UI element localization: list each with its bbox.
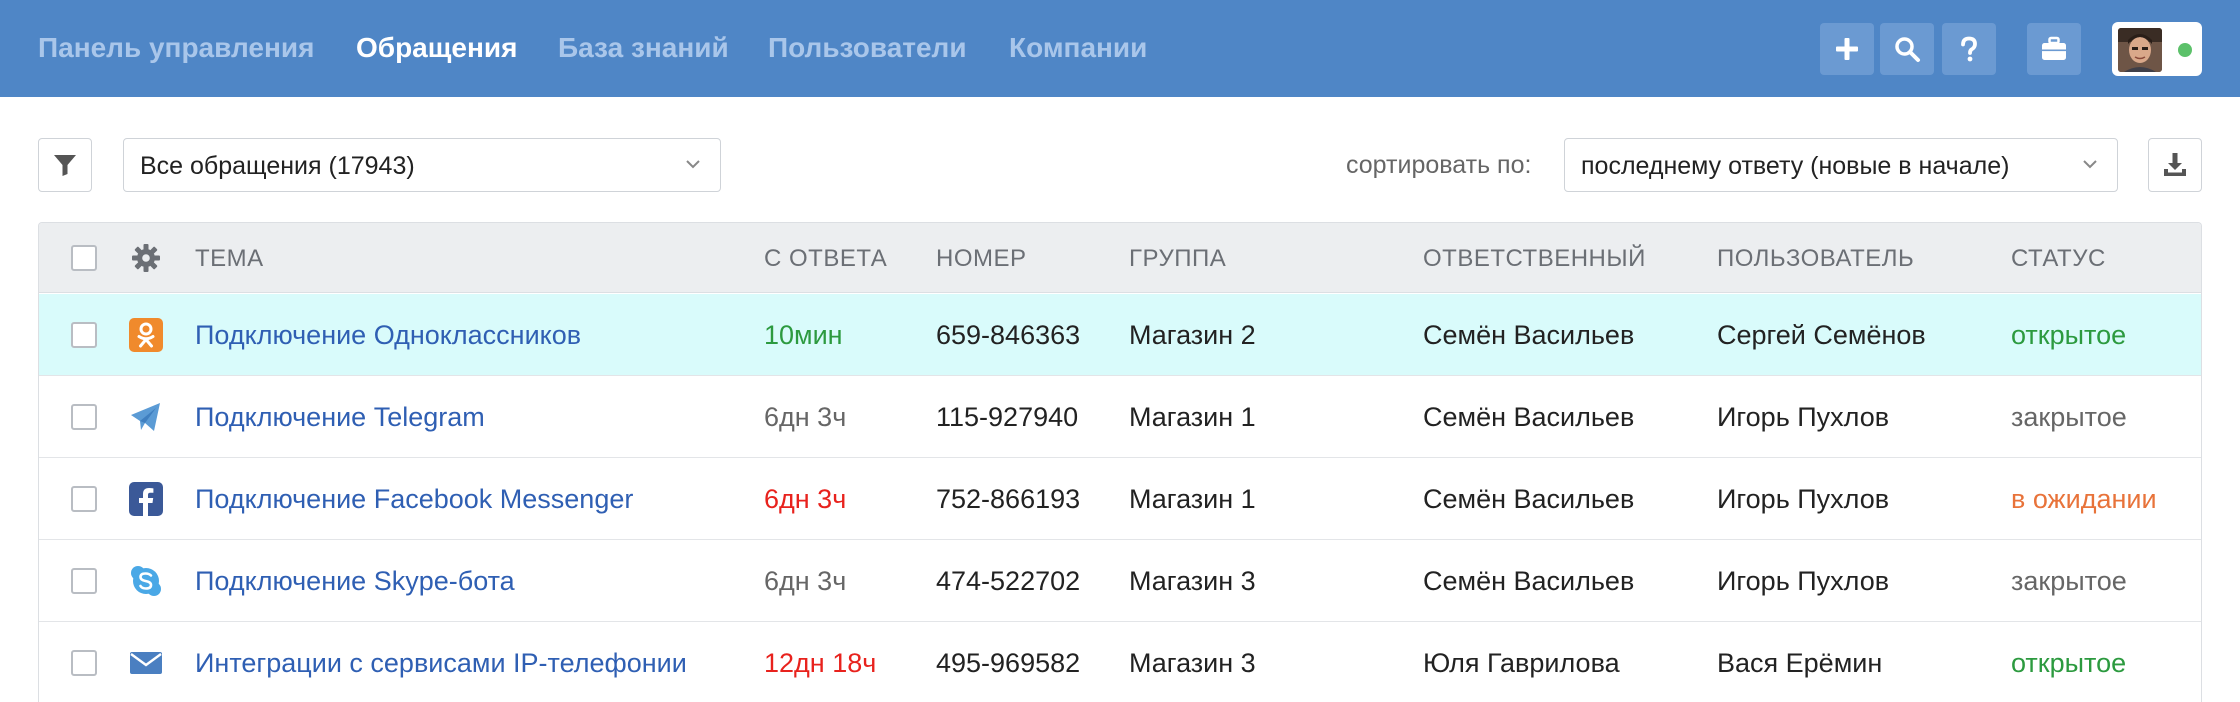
- ticket-view-select[interactable]: Все обращения (17943): [123, 138, 721, 192]
- since-reply: 6дн 3ч: [764, 402, 847, 432]
- ticket-group: Магазин 2: [1129, 320, 1256, 350]
- since-reply: 12дн 18ч: [764, 648, 877, 678]
- ticket-user: Игорь Пухлов: [1717, 484, 1890, 514]
- ticket-group: Магазин 3: [1129, 648, 1256, 678]
- ticket-user: Вася Ерёмин: [1717, 648, 1883, 678]
- column-since-reply[interactable]: С ОТВЕТА: [764, 245, 887, 273]
- ticket-subject-link[interactable]: Подключение Одноклассников: [195, 318, 581, 352]
- filter-button[interactable]: [38, 138, 92, 192]
- ticket-subject-link[interactable]: Подключение Skype-бота: [195, 564, 515, 598]
- avatar: [2118, 28, 2162, 72]
- table-row[interactable]: Подключение Одноклассников 10мин 659-846…: [39, 294, 2201, 376]
- search-icon: [1895, 37, 1920, 62]
- ticket-number: 659-846363: [936, 320, 1081, 350]
- help-button[interactable]: [1942, 23, 1996, 75]
- row-checkbox[interactable]: [71, 322, 97, 348]
- ticket-number: 474-522702: [936, 566, 1081, 596]
- add-button[interactable]: [1820, 23, 1874, 75]
- column-number[interactable]: НОМЕР: [936, 245, 1027, 273]
- sort-label: сортировать по:: [1346, 151, 1532, 179]
- ticket-view-value: Все обращения (17943): [140, 152, 415, 180]
- odnoklassniki-icon: [129, 318, 163, 352]
- ticket-user: Сергей Семёнов: [1717, 320, 1926, 350]
- status-badge: закрытое: [2011, 402, 2127, 432]
- tickets-table: ТЕМА С ОТВЕТА НОМЕР ГРУППА ОТВЕТСТВЕННЫЙ…: [38, 222, 2202, 702]
- column-assignee[interactable]: ОТВЕТСТВЕННЫЙ: [1423, 245, 1646, 273]
- status-badge: открытое: [2011, 320, 2127, 350]
- sort-value: последнему ответу (новые в начале): [1581, 152, 2010, 180]
- table-row[interactable]: Подключение Facebook Messenger 6дн 3ч 75…: [39, 458, 2201, 540]
- online-status-indicator: [2178, 43, 2192, 57]
- row-checkbox[interactable]: [71, 486, 97, 512]
- table-row[interactable]: Подключение Telegram 6дн 3ч 115-927940 М…: [39, 376, 2201, 458]
- column-subject[interactable]: ТЕМА: [195, 245, 264, 273]
- ticket-assignee: Семён Васильев: [1423, 484, 1635, 514]
- export-button[interactable]: [2148, 138, 2202, 192]
- row-checkbox[interactable]: [71, 568, 97, 594]
- ticket-assignee: Семён Васильев: [1423, 320, 1635, 350]
- nav-dashboard[interactable]: Панель управления: [38, 30, 314, 66]
- row-checkbox[interactable]: [71, 404, 97, 430]
- ticket-number: 495-969582: [936, 648, 1081, 678]
- status-badge: закрытое: [2011, 566, 2127, 596]
- ticket-subject-link[interactable]: Интеграции с сервисами IP-телефонии: [195, 646, 687, 680]
- ticket-user: Игорь Пухлов: [1717, 402, 1890, 432]
- table-row[interactable]: Подключение Skype-бота 6дн 3ч 474-522702…: [39, 540, 2201, 622]
- facebook-icon: [129, 482, 163, 516]
- chevron-down-icon: [2083, 160, 2097, 169]
- sort-select[interactable]: последнему ответу (новые в начале): [1564, 138, 2118, 192]
- ticket-number: 115-927940: [936, 402, 1079, 432]
- nav-companies[interactable]: Компании: [1009, 30, 1147, 66]
- row-checkbox[interactable]: [71, 650, 97, 676]
- ticket-group: Магазин 1: [1129, 402, 1256, 432]
- chevron-down-icon: [686, 160, 700, 169]
- status-badge: в ожидании: [2011, 484, 2157, 514]
- plus-icon: [1836, 38, 1858, 60]
- ticket-subject-link[interactable]: Подключение Facebook Messenger: [195, 482, 633, 516]
- briefcase-icon: [2042, 36, 2066, 60]
- column-group[interactable]: ГРУППА: [1129, 245, 1226, 273]
- since-reply: 10мин: [764, 320, 843, 350]
- nav-knowledge-base[interactable]: База знаний: [558, 30, 729, 66]
- ticket-subject-link[interactable]: Подключение Telegram: [195, 400, 485, 434]
- email-icon: [130, 652, 162, 674]
- ticket-group: Магазин 1: [1129, 484, 1256, 514]
- ticket-assignee: Семён Васильев: [1423, 402, 1635, 432]
- column-status[interactable]: СТАТУС: [2011, 245, 2106, 273]
- search-button[interactable]: [1880, 23, 1934, 75]
- apps-button[interactable]: [2027, 23, 2081, 75]
- ticket-number: 752-866193: [936, 484, 1081, 514]
- column-user[interactable]: ПОЛЬЗОВАТЕЛЬ: [1717, 245, 1914, 273]
- ticket-assignee: Юля Гаврилова: [1423, 648, 1620, 678]
- ticket-user: Игорь Пухлов: [1717, 566, 1890, 596]
- status-badge: открытое: [2011, 648, 2127, 678]
- gear-icon[interactable]: [129, 241, 163, 275]
- ticket-group: Магазин 3: [1129, 566, 1256, 596]
- download-icon: [2164, 153, 2186, 176]
- since-reply: 6дн 3ч: [764, 484, 847, 514]
- table-header: ТЕМА С ОТВЕТА НОМЕР ГРУППА ОТВЕТСТВЕННЫЙ…: [39, 223, 2201, 293]
- top-navbar: Панель управления Обращения База знаний …: [0, 0, 2240, 97]
- table-row[interactable]: Интеграции с сервисами IP-телефонии 12дн…: [39, 622, 2201, 702]
- ticket-assignee: Семён Васильев: [1423, 566, 1635, 596]
- help-icon: [1961, 36, 1977, 62]
- skype-icon: [131, 566, 161, 596]
- since-reply: 6дн 3ч: [764, 566, 847, 596]
- telegram-icon: [131, 403, 160, 431]
- nav-tickets[interactable]: Обращения: [356, 30, 517, 66]
- nav-users[interactable]: Пользователи: [768, 30, 967, 66]
- user-menu-button[interactable]: [2112, 22, 2202, 76]
- filter-icon: [54, 155, 76, 176]
- select-all-checkbox[interactable]: [71, 245, 97, 271]
